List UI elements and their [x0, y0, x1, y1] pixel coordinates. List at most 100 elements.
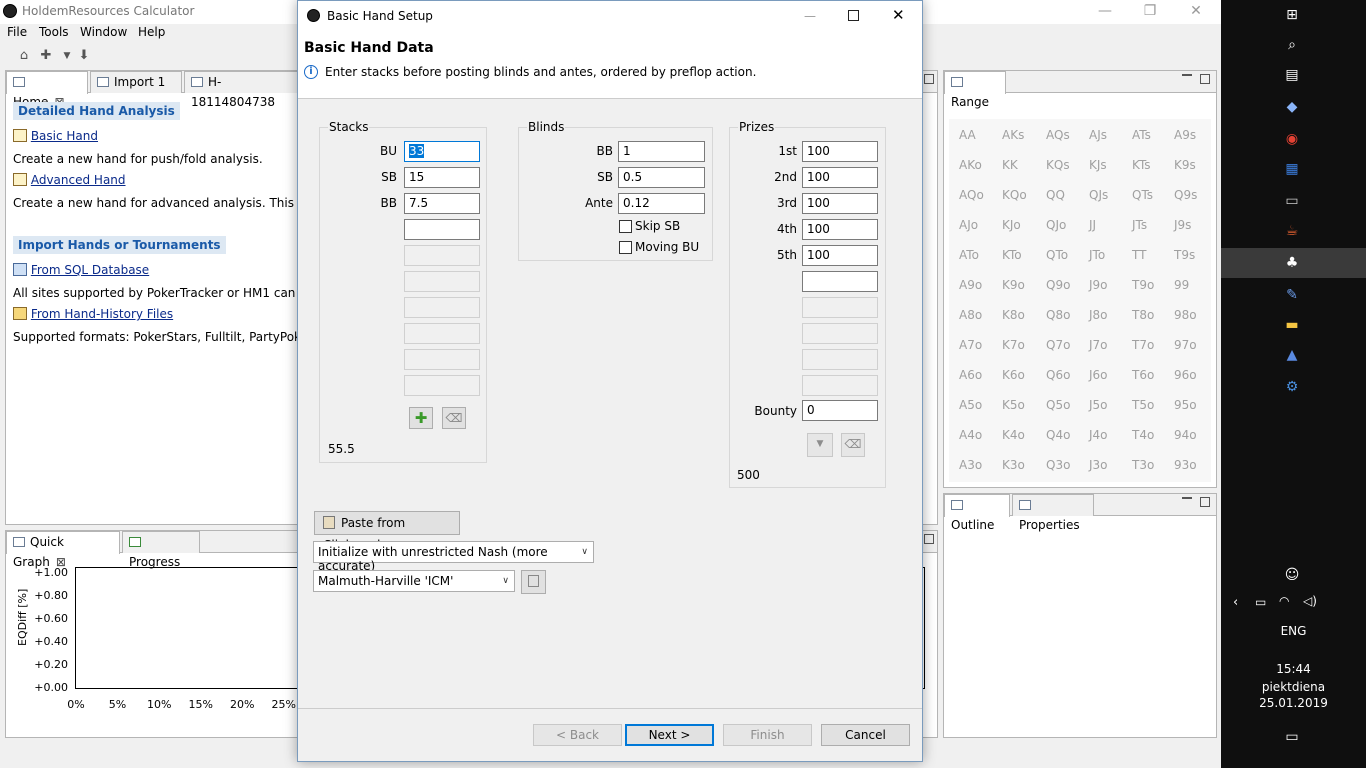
- range-cell[interactable]: T9s: [1174, 248, 1195, 262]
- tab-quick-graph[interactable]: Quick Graph ⊠: [6, 531, 120, 569]
- range-cell[interactable]: 97o: [1174, 338, 1197, 352]
- stack-input[interactable]: 7.5: [404, 193, 480, 214]
- range-cell[interactable]: 94o: [1174, 428, 1197, 442]
- add-stack-button[interactable]: ✚: [409, 407, 433, 429]
- range-cell[interactable]: 99: [1174, 278, 1189, 292]
- dialog-close-icon[interactable]: ✕: [892, 6, 905, 24]
- range-cell[interactable]: QTo: [1046, 248, 1068, 262]
- range-cell[interactable]: J6o: [1089, 368, 1108, 382]
- menu-window[interactable]: Window: [80, 25, 127, 39]
- range-cell[interactable]: T3o: [1132, 458, 1154, 472]
- menu-file[interactable]: File: [7, 25, 27, 39]
- holdem-resources-icon[interactable]: ♣: [1283, 254, 1301, 272]
- prize-dropdown-button[interactable]: ▼: [807, 433, 833, 457]
- minimize-range-icon[interactable]: [1182, 73, 1192, 76]
- range-cell[interactable]: K3o: [1002, 458, 1025, 472]
- range-cell[interactable]: AJs: [1089, 128, 1107, 142]
- range-cell[interactable]: J5o: [1089, 398, 1108, 412]
- range-cell[interactable]: T7o: [1132, 338, 1154, 352]
- new-hand-icon[interactable]: ✚: [38, 48, 54, 64]
- paste-from-clipboard-button[interactable]: Paste from Clipboard: [314, 511, 460, 552]
- range-cell[interactable]: A8o: [959, 308, 982, 322]
- range-cell[interactable]: J4o: [1089, 428, 1108, 442]
- stack-input-empty[interactable]: [404, 219, 480, 240]
- range-cell[interactable]: A3o: [959, 458, 982, 472]
- prize-input-empty[interactable]: [802, 271, 878, 292]
- range-cell[interactable]: KQs: [1046, 158, 1070, 172]
- basic-hand-link[interactable]: Basic Hand: [31, 129, 98, 143]
- range-cell[interactable]: T6o: [1132, 368, 1154, 382]
- close-icon[interactable]: ✕: [1173, 0, 1219, 24]
- file-explorer-icon[interactable]: ▬: [1283, 316, 1301, 334]
- notepad-icon[interactable]: ▭: [1283, 192, 1301, 210]
- range-cell[interactable]: T5o: [1132, 398, 1154, 412]
- prize-input[interactable]: 100: [802, 193, 878, 214]
- dialog-maximize-icon[interactable]: [848, 10, 859, 21]
- range-cell[interactable]: AJo: [959, 218, 978, 232]
- tab-import-1[interactable]: Import 1: [90, 71, 182, 93]
- range-cell[interactable]: KK: [1002, 158, 1018, 172]
- range-cell[interactable]: K6o: [1002, 368, 1025, 382]
- from-sql-database-link[interactable]: From SQL Database: [31, 263, 149, 277]
- range-cell[interactable]: A5o: [959, 398, 982, 412]
- menu-help[interactable]: Help: [138, 25, 165, 39]
- icm-model-select[interactable]: Malmuth-Harville 'ICM' ∨: [313, 570, 515, 592]
- range-cell[interactable]: A9o: [959, 278, 982, 292]
- import-icon[interactable]: ⬇: [76, 48, 92, 64]
- maximize-graph-icon[interactable]: [924, 534, 934, 544]
- range-cell[interactable]: K4o: [1002, 428, 1025, 442]
- range-cell[interactable]: 98o: [1174, 308, 1197, 322]
- range-cell[interactable]: Q8o: [1046, 308, 1070, 322]
- tab-properties[interactable]: Properties: [1012, 494, 1094, 532]
- range-cell[interactable]: TT: [1132, 248, 1146, 262]
- range-cell[interactable]: JJ: [1089, 218, 1096, 232]
- range-cell[interactable]: K9s: [1174, 158, 1196, 172]
- range-cell[interactable]: Q3o: [1046, 458, 1070, 472]
- range-cell[interactable]: AKs: [1002, 128, 1024, 142]
- range-cell[interactable]: T9o: [1132, 278, 1154, 292]
- language-indicator[interactable]: ENG: [1221, 624, 1366, 638]
- range-cell[interactable]: KQo: [1002, 188, 1027, 202]
- maximize-panel-icon[interactable]: [924, 74, 934, 84]
- search-icon[interactable]: ⌕: [1283, 36, 1301, 54]
- range-cell[interactable]: A4o: [959, 428, 982, 442]
- range-cell[interactable]: K7o: [1002, 338, 1025, 352]
- tab-hand[interactable]: H-18114804738: [184, 71, 306, 109]
- range-cell[interactable]: JTo: [1089, 248, 1105, 262]
- initialization-select[interactable]: Initialize with unrestricted Nash (more …: [313, 541, 594, 573]
- range-cell[interactable]: AA: [959, 128, 976, 142]
- range-cell[interactable]: A9s: [1174, 128, 1196, 142]
- paint-icon[interactable]: ✎: [1283, 286, 1301, 304]
- prize-input[interactable]: 100: [802, 245, 878, 266]
- range-cell[interactable]: J8o: [1089, 308, 1108, 322]
- prize-input[interactable]: 100: [802, 141, 878, 162]
- clear-stacks-button[interactable]: ⌫: [442, 407, 466, 429]
- clock-time[interactable]: 15:44: [1221, 662, 1366, 676]
- people-icon[interactable]: ☺: [1283, 566, 1301, 584]
- prize-input[interactable]: 100: [802, 219, 878, 240]
- range-cell[interactable]: AQo: [959, 188, 984, 202]
- wifi-icon[interactable]: ◠: [1279, 594, 1289, 608]
- range-cell[interactable]: ATo: [959, 248, 979, 262]
- range-cell[interactable]: KTs: [1132, 158, 1151, 172]
- range-cell[interactable]: A7o: [959, 338, 982, 352]
- skip-sb-checkbox[interactable]: [619, 220, 632, 233]
- range-cell[interactable]: JTs: [1132, 218, 1147, 232]
- minimize-outline-icon[interactable]: [1182, 496, 1192, 499]
- tab-range[interactable]: Range: [944, 71, 1006, 109]
- java-icon[interactable]: ☕: [1283, 222, 1301, 240]
- next-button[interactable]: Next >: [625, 724, 714, 746]
- moving-bu-checkbox[interactable]: [619, 241, 632, 254]
- range-cell[interactable]: T8o: [1132, 308, 1154, 322]
- range-cell[interactable]: QJs: [1089, 188, 1108, 202]
- range-cell[interactable]: AKo: [959, 158, 982, 172]
- range-cell[interactable]: QTs: [1132, 188, 1153, 202]
- from-hand-history-link[interactable]: From Hand-History Files: [31, 307, 173, 321]
- range-cell[interactable]: QJo: [1046, 218, 1066, 232]
- minimize-icon[interactable]: —: [1082, 0, 1128, 24]
- range-cell[interactable]: J9o: [1089, 278, 1108, 292]
- range-cell[interactable]: T4o: [1132, 428, 1154, 442]
- back-button[interactable]: < Back: [533, 724, 622, 746]
- blind-input[interactable]: 1: [618, 141, 705, 162]
- range-cell[interactable]: Q4o: [1046, 428, 1070, 442]
